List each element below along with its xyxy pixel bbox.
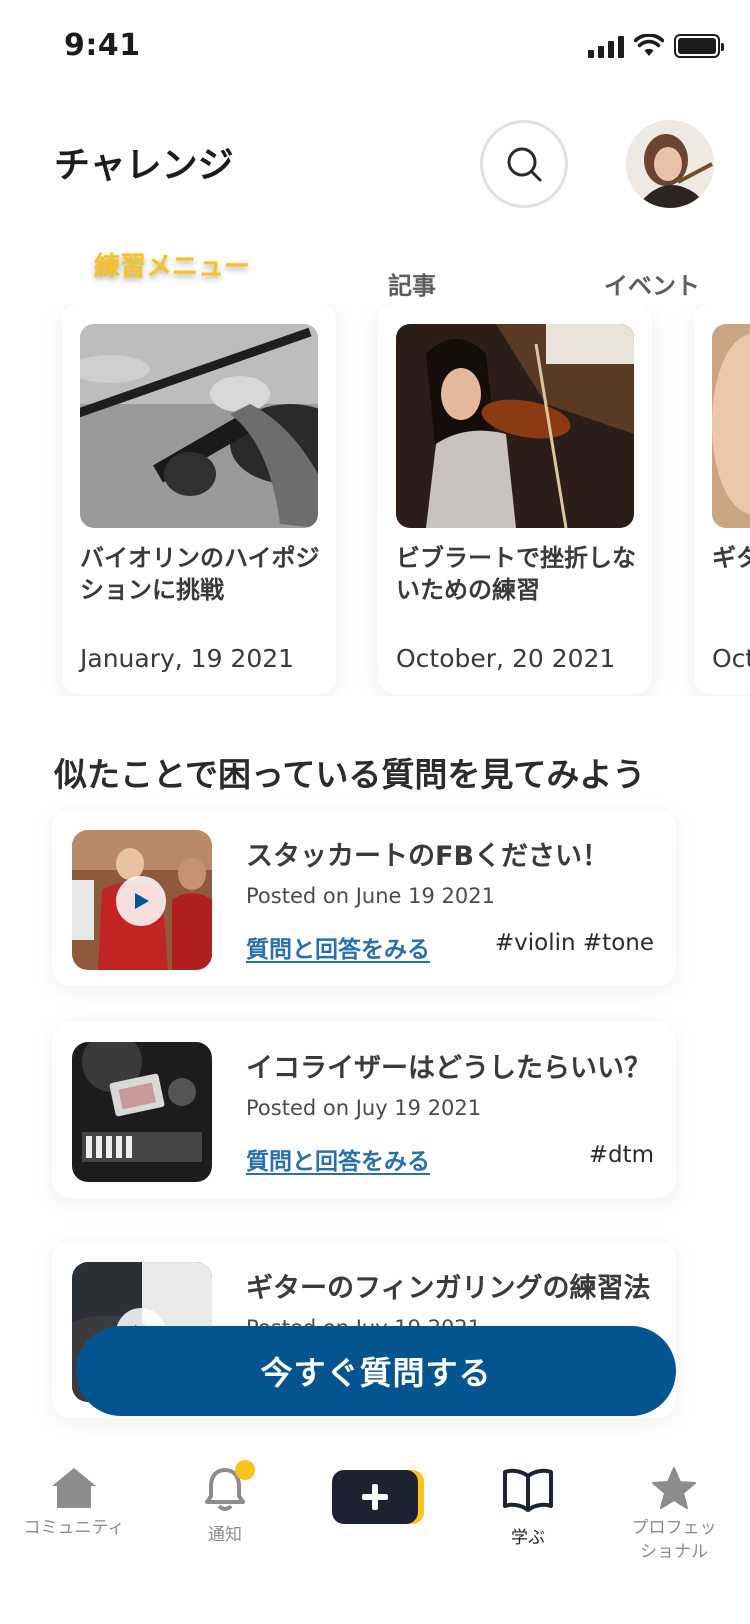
view-answers-link[interactable]: 質問と回答をみる — [246, 930, 430, 964]
tab-articles[interactable]: 記事 — [388, 266, 436, 301]
nav-label: 学ぶ — [511, 1528, 545, 1548]
notification-badge — [235, 1460, 255, 1480]
challenge-card[interactable]: ビブラートで挫折しないための練習 October, 20 2021 — [378, 304, 652, 694]
challenge-card[interactable]: バイオリンのハイポジションに挑戦 January, 19 2021 — [62, 304, 336, 694]
signal-icon — [588, 34, 624, 58]
card-image — [712, 324, 750, 528]
challenge-card[interactable]: ギタ Oct — [694, 304, 750, 694]
play-icon — [135, 893, 149, 909]
avatar-photo — [626, 120, 714, 208]
question-title: イコライザーはどうしたらいい？ — [246, 1053, 651, 1084]
tab-practice-menu[interactable]: 練習メニュー — [94, 246, 250, 283]
question-thumbnail[interactable] — [72, 1042, 212, 1182]
nav-community[interactable]: コミュニティ — [22, 1466, 126, 1540]
card-image — [396, 324, 634, 528]
card-title: バイオリンのハイポジションに挑戦 — [80, 544, 320, 604]
card-date: Oct — [712, 644, 750, 673]
ask-now-button[interactable]: 今すぐ質問する — [76, 1326, 676, 1416]
question-tags: #dtm — [588, 1142, 654, 1168]
status-icons — [588, 34, 724, 58]
bottom-nav: コミュニティ 通知 学ぶ プロフェッショナル — [0, 1440, 750, 1624]
card-date: October, 20 2021 — [396, 644, 616, 673]
status-time: 9:41 — [64, 28, 141, 63]
tab-events[interactable]: イベント — [604, 266, 700, 301]
question-posted-date: Posted on June 19 2021 — [246, 884, 495, 908]
nav-learn[interactable]: 学ぶ — [488, 1466, 568, 1550]
question-thumbnail[interactable] — [72, 830, 212, 970]
question-tags: #violin #tone — [494, 930, 654, 956]
plus-icon — [362, 1484, 388, 1510]
question-card[interactable]: イコライザーはどうしたらいい？ Posted on Juy 19 2021 質問… — [52, 1022, 676, 1198]
challenge-carousel[interactable]: バイオリンのハイポジションに挑戦 January, 19 2021 ビブラートで… — [0, 304, 750, 696]
question-title: スタッカートのFBください！ — [246, 841, 610, 872]
nav-label: 通知 — [208, 1525, 242, 1545]
similar-questions-heading: 似たことで困っている質問を見てみよう — [54, 755, 646, 794]
play-button[interactable] — [116, 876, 166, 926]
card-date: January, 19 2021 — [80, 644, 295, 673]
wifi-icon — [634, 34, 664, 56]
view-answers-link[interactable]: 質問と回答をみる — [246, 1142, 430, 1176]
book-icon — [503, 1468, 553, 1512]
avatar[interactable] — [626, 120, 714, 208]
question-title: ギターのフィンガリングの練習法 — [246, 1273, 651, 1304]
star-icon — [652, 1467, 696, 1509]
nav-professional[interactable]: プロフェッショナル — [628, 1466, 720, 1564]
nav-notifications[interactable]: 通知 — [180, 1460, 270, 1547]
nav-label: プロフェッショナル — [631, 1518, 717, 1562]
question-card[interactable]: スタッカートのFBください！ Posted on June 19 2021 質問… — [52, 810, 676, 986]
nav-label: コミュニティ — [23, 1518, 125, 1538]
card-title: ビブラートで挫折しないための練習 — [396, 544, 636, 604]
question-posted-date: Posted on Juy 19 2021 — [246, 1096, 482, 1120]
card-image — [80, 324, 318, 528]
search-icon — [507, 147, 542, 182]
status-bar: 9:41 — [0, 0, 750, 96]
home-icon — [52, 1468, 96, 1508]
card-title: ギタ — [712, 544, 750, 572]
nav-create-button[interactable] — [332, 1470, 418, 1524]
battery-icon — [674, 34, 724, 58]
search-button[interactable] — [480, 120, 568, 208]
page-title: チャレンジ — [54, 145, 234, 186]
